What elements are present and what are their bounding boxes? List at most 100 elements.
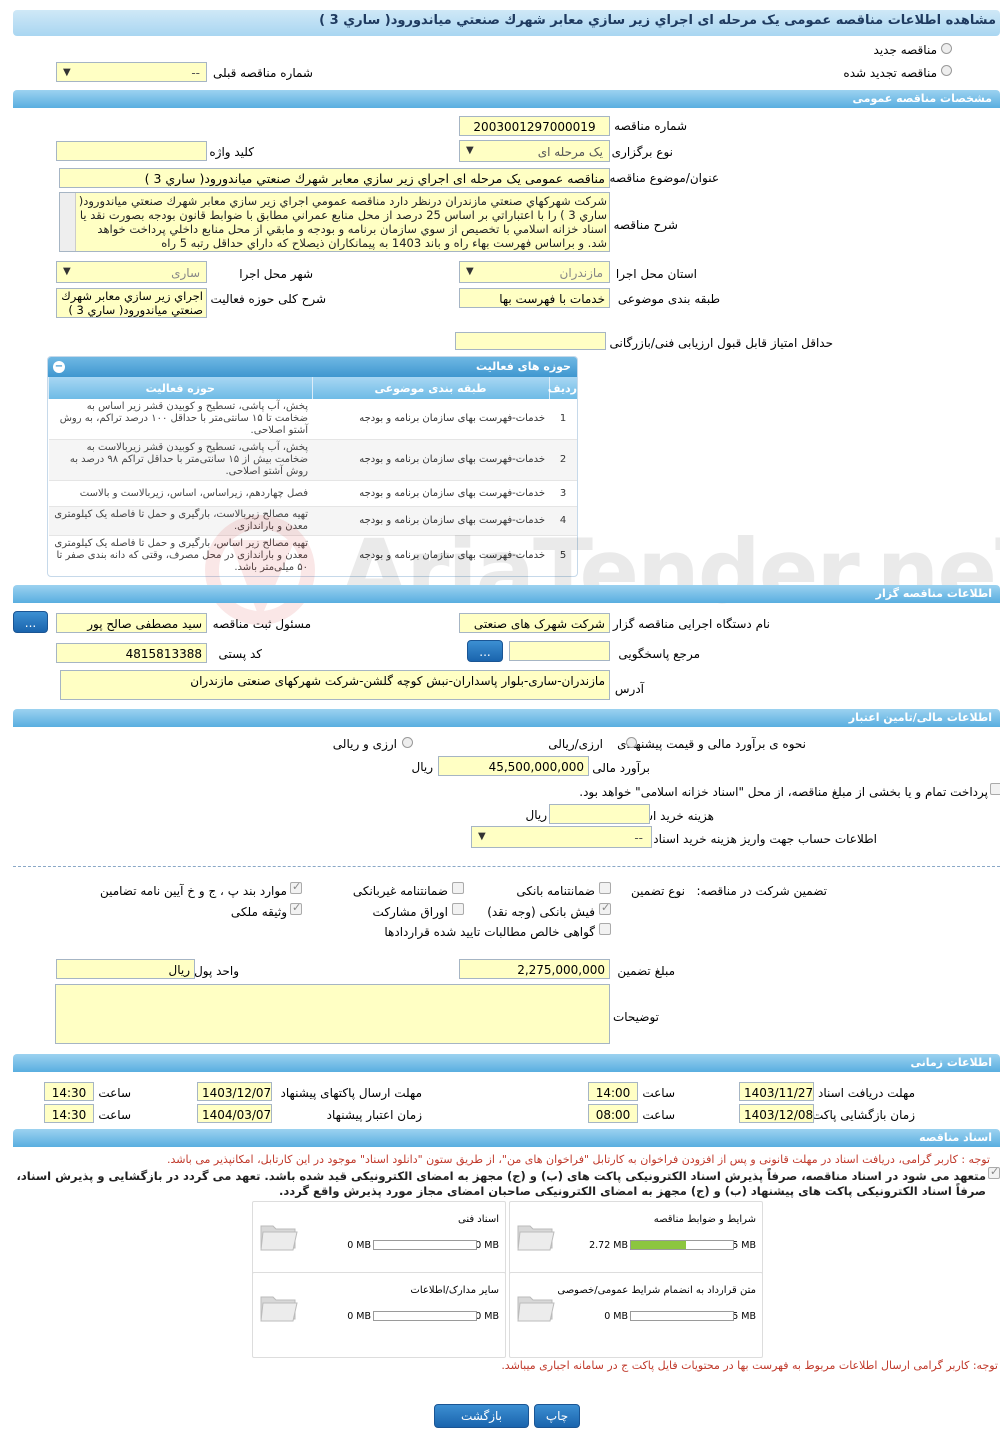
cash-checkbox bbox=[599, 901, 611, 915]
postal-field: 4815813388 bbox=[56, 643, 207, 663]
scope-label: شرح کلی حوزه فعالیت bbox=[210, 292, 327, 306]
address-label: آدرس bbox=[614, 682, 644, 696]
commit-text-1: متعهد می شود در اسناد مناقصه، صرفاً پذیر… bbox=[16, 1169, 986, 1183]
account-select[interactable]: ▼ -- bbox=[471, 826, 652, 848]
province-label: استان محل اجرا bbox=[615, 267, 697, 281]
notes-label: توضیحات bbox=[612, 1010, 659, 1024]
description-box[interactable]: شركت شهركهاي صنعتي مازندران درنظر دارد م… bbox=[59, 192, 610, 252]
commit-text-2: صرفاً اسناد الکترونیکی پاکت های پیشنهاد … bbox=[279, 1184, 986, 1198]
valid-date: 1404/03/07 bbox=[197, 1104, 272, 1123]
receivable-checkbox bbox=[599, 923, 611, 935]
ref-browse-button[interactable]: ... bbox=[467, 640, 503, 662]
open-time: 08:00 bbox=[588, 1104, 638, 1123]
nonbank-guarantee-label: ضمانتنامه غیربانکی bbox=[352, 884, 448, 898]
file-size: 0 MB bbox=[604, 1311, 628, 1322]
footer-note: توجه: کاربر گرامی ارسال اطلاعات مربوط به… bbox=[501, 1359, 998, 1372]
activity-cell: پخش، آب پاشی، تسطیح و کوبیدن قشر زیر اسا… bbox=[48, 399, 312, 440]
bank-guarantee-label: ضمانتنامه بانکی bbox=[516, 884, 595, 898]
file-size: 2.72 MB bbox=[589, 1240, 628, 1251]
open-label: زمان بازگشایی پاکت ها bbox=[798, 1108, 915, 1122]
file-progress-fill bbox=[631, 1241, 687, 1249]
docs-notice: توجه : کاربر گرامی، دریافت اسناد در مهلت… bbox=[166, 1153, 990, 1166]
file-size: 0 MB bbox=[347, 1240, 371, 1251]
organizer-header: اطلاعات مناقصه گزار bbox=[13, 585, 1000, 603]
article-label: موارد بند پ ، ج و خ آیین نامه تضامین bbox=[99, 884, 287, 898]
folder-icon bbox=[517, 1296, 555, 1322]
account-label: اطلاعات حساب جهت واریز هزینه خرید اسناد bbox=[653, 832, 877, 846]
valid-time-label: ساعت bbox=[98, 1108, 131, 1122]
doc-receive-time: 14:00 bbox=[588, 1082, 638, 1101]
divider bbox=[13, 866, 1000, 867]
commit-checkbox bbox=[988, 1165, 1000, 1179]
min-score-label: حداقل امتیاز قابل قبول ارزیابی فنی/بازرگ… bbox=[609, 336, 833, 350]
keyword-input[interactable] bbox=[56, 141, 207, 161]
file-title: شرایط و ضوابط مناقصه bbox=[653, 1214, 756, 1225]
new-tender-label: مناقصه جدید bbox=[873, 43, 937, 57]
file-progress bbox=[373, 1311, 477, 1321]
watermark-text: AriaTender.neT bbox=[340, 520, 1000, 623]
folder-icon bbox=[260, 1225, 298, 1251]
file-max-size: 5 MB bbox=[732, 1240, 756, 1251]
page-title: مشاهده اطلاعات مناقصه عمومی یک مرحله ای … bbox=[319, 13, 996, 28]
city-label: شهر محل اجرا bbox=[239, 267, 313, 281]
doc-file-box[interactable]: متن قرارداد به انضمام شرایط عمومی/خصوصی 5… bbox=[509, 1272, 763, 1358]
treasury-text: پرداخت تمام و یا بخشی از مبلغ مناقصه، از… bbox=[579, 785, 988, 799]
address-field: مازندران-ساری-بلوار پاسداران-نبش کوچه گل… bbox=[60, 670, 610, 700]
property-label: وثیقه ملکی bbox=[230, 905, 287, 919]
description-scrollbar[interactable] bbox=[60, 193, 76, 251]
timing-header: اطلاعات زمانی bbox=[13, 1054, 1000, 1072]
file-max-size: 5 MB bbox=[732, 1311, 756, 1322]
bank-guarantee-checkbox bbox=[599, 882, 611, 894]
postal-label: کد پستی bbox=[218, 647, 263, 661]
file-progress bbox=[630, 1240, 734, 1250]
new-tender-radio[interactable] bbox=[941, 43, 952, 54]
notes-field bbox=[55, 984, 610, 1044]
subject-label: عنوان/موضوع مناقصه bbox=[609, 171, 719, 185]
row-number-cell: 2 bbox=[549, 439, 577, 481]
doc-file-box[interactable]: سایر مدارک/اطلاعات 50 MB 0 MB bbox=[252, 1272, 506, 1358]
guarantee-amount-field: 2,275,000,000 bbox=[459, 959, 610, 979]
doc-receive-label: مهلت دریافت اسناد bbox=[817, 1086, 915, 1100]
province-select[interactable]: ▼ مازندران bbox=[459, 261, 610, 283]
registrar-browse-button[interactable]: ... bbox=[13, 611, 48, 633]
col-category: طبقه بندی موضوعی bbox=[311, 377, 549, 399]
send-time-label: ساعت bbox=[98, 1086, 131, 1100]
collapse-icon[interactable]: − bbox=[53, 361, 65, 373]
currency-and-rial-radio[interactable] bbox=[402, 737, 413, 748]
bonds-label: اوراق مشارکت bbox=[372, 905, 448, 919]
property-checkbox bbox=[290, 901, 302, 915]
min-score-field bbox=[455, 332, 606, 350]
currency-field: ریال bbox=[56, 959, 195, 979]
ref-label: مرجع پاسخگویی bbox=[618, 647, 700, 661]
participation-label: تضمین شرکت در مناقصه: bbox=[696, 884, 827, 898]
back-button[interactable]: بازگشت bbox=[434, 1404, 529, 1428]
file-title: سایر مدارک/اطلاعات bbox=[410, 1285, 499, 1296]
doc-cost-field bbox=[549, 804, 650, 824]
category-cell: خدمات-فهرست بهای سازمان برنامه و بودجه bbox=[312, 399, 549, 440]
holding-type-select[interactable]: ▼ یک مرحله ای bbox=[459, 140, 610, 162]
doc-cost-unit: ریال bbox=[525, 808, 547, 822]
valid-time: 14:30 bbox=[44, 1104, 94, 1123]
org-label: نام دستگاه اجرایی مناقصه گزار bbox=[612, 617, 770, 631]
treasury-checkbox[interactable] bbox=[990, 783, 1000, 795]
guarantee-amount-label: مبلغ تضمین bbox=[617, 964, 675, 978]
print-button[interactable]: چاپ bbox=[534, 1404, 580, 1428]
city-select[interactable]: ▼ ساری bbox=[56, 261, 207, 283]
description-label: شرح مناقصه bbox=[613, 218, 678, 232]
activity-header: حوزه های فعالیت − bbox=[48, 357, 577, 377]
col-row: ردیف bbox=[548, 377, 577, 399]
prev-tender-select[interactable]: ▼ -- bbox=[56, 62, 207, 82]
category-field: خدمات با فهرست بها bbox=[459, 288, 610, 308]
send-label: مهلت ارسال پاکتهای پیشنهاد bbox=[280, 1086, 422, 1100]
category-cell: خدمات-فهرست بهای سازمان برنامه و بودجه bbox=[312, 439, 549, 481]
doc-receive-time-label: ساعت bbox=[642, 1086, 675, 1100]
open-time-label: ساعت bbox=[642, 1108, 675, 1122]
send-date: 1403/12/07 bbox=[197, 1082, 272, 1101]
currency-rial-radio[interactable] bbox=[626, 737, 637, 748]
estimate-unit: ریال bbox=[411, 760, 433, 774]
finance-header: اطلاعات مالی/تامین اعتبار bbox=[13, 709, 1000, 727]
general-header: مشخصات مناقصه عمومی bbox=[13, 90, 1000, 108]
row-number-cell: 1 bbox=[549, 399, 577, 440]
category-label: طبقه بندی موضوعی bbox=[617, 292, 720, 306]
renewed-tender-radio[interactable] bbox=[941, 65, 952, 76]
